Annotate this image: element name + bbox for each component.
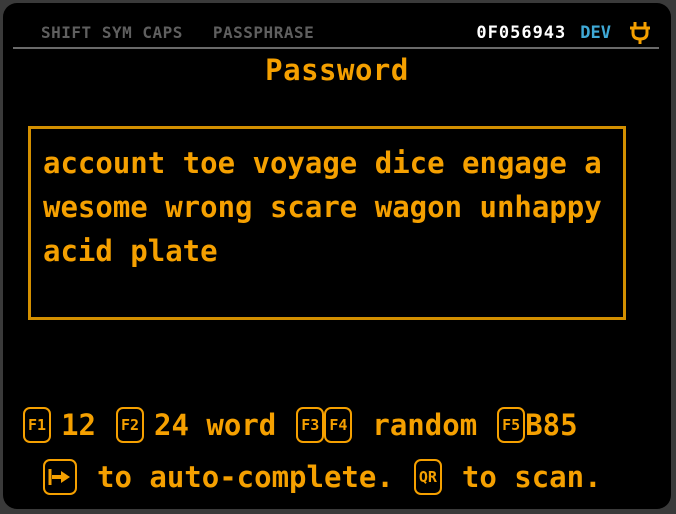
fingerprint: 0F056943: [476, 23, 567, 43]
status-right: 0F056943 DEV: [476, 21, 651, 45]
f1-label: 12: [61, 408, 96, 442]
f4-key[interactable]: F4: [324, 407, 353, 443]
modifier-indicators: SHIFT SYM CAPS PASSPHRASE: [41, 23, 314, 42]
qr-key[interactable]: QR: [413, 459, 442, 495]
tab-arrow-icon[interactable]: [43, 459, 77, 495]
help-line-actions: to auto-complete. QR to scan.: [23, 451, 659, 503]
plug-icon: [629, 21, 651, 45]
help-panel: F1 12 F2 24 word F3 F4 random F5 B85 to auto-com…: [23, 399, 659, 503]
mode-badge: DEV: [580, 23, 611, 43]
shift-indicator: SHIFT: [41, 23, 92, 42]
f2-label: 24 word: [154, 408, 277, 442]
device-screen: SHIFT SYM CAPS PASSPHRASE 0F056943 DEV Pa…: [3, 3, 671, 509]
f3-key[interactable]: F3: [296, 407, 325, 443]
passphrase-indicator: PASSPHRASE: [212, 23, 315, 42]
f5-label: B85: [525, 408, 578, 442]
f2-key[interactable]: F2: [115, 407, 145, 443]
f5-key[interactable]: F5: [497, 407, 526, 443]
tab-label: to auto-complete.: [97, 460, 394, 494]
qr-label: to scan.: [461, 460, 602, 494]
sym-indicator: SYM: [101, 23, 133, 42]
f1-key[interactable]: F1: [23, 407, 52, 443]
password-input[interactable]: account toe voyage dice engage awesome w…: [28, 126, 626, 320]
f3-f4-label: random: [372, 408, 478, 442]
help-line-keys: F1 12 F2 24 word F3 F4 random F5 B85: [23, 399, 659, 451]
page-title: Password: [265, 53, 409, 87]
status-bar: SHIFT SYM CAPS PASSPHRASE 0F056943 DEV: [13, 17, 659, 49]
caps-indicator: CAPS: [142, 23, 183, 42]
password-value: account toe voyage dice engage awesome w…: [43, 146, 620, 268]
